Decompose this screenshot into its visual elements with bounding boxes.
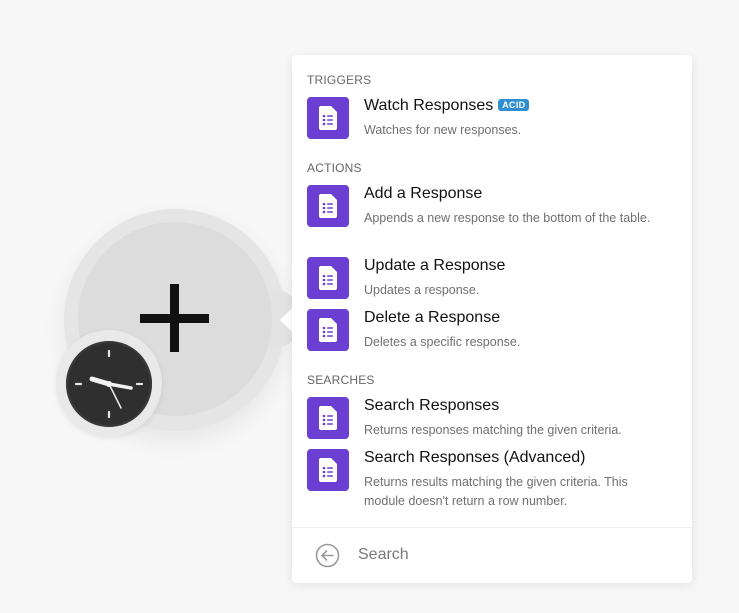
module-item-title: Watch Responses ACID [364, 97, 530, 115]
clock-icon[interactable] [66, 341, 152, 427]
module-item-title: Delete a Response [364, 309, 501, 326]
module-item-description: Watches for new responses. [364, 123, 522, 137]
google-forms-icon [307, 309, 349, 351]
search-input[interactable] [358, 542, 668, 568]
module-item-title: Search Responses (Advanced) [364, 449, 586, 466]
google-forms-icon [307, 397, 349, 439]
google-forms-icon [307, 185, 349, 227]
module-item-title-text: Watch Responses [364, 97, 494, 114]
search-bar [292, 527, 692, 584]
google-forms-icon [307, 97, 349, 139]
module-item-description: Returns results matching the given crite… [364, 475, 628, 508]
section-label-actions: ACTIONS [307, 161, 362, 175]
module-picker-panel: TRIGGERS Watch Responses ACID Watches for… [292, 55, 692, 583]
module-item-title: Add a Response [364, 185, 483, 202]
plus-icon-horizontal[interactable] [140, 314, 209, 323]
acid-badge: ACID [498, 99, 530, 111]
arrow-left-circle-icon[interactable] [315, 543, 340, 568]
google-forms-icon [307, 257, 349, 299]
module-item-description: Deletes a specific response. [364, 335, 521, 349]
module-item-title: Update a Response [364, 257, 506, 274]
module-item-title: Search Responses [364, 397, 500, 414]
module-item-description: Returns responses matching the given cri… [364, 423, 622, 437]
module-item-description: Appends a new response to the bottom of … [364, 211, 651, 225]
section-label-triggers: TRIGGERS [307, 73, 372, 87]
section-label-searches: SEARCHES [307, 373, 375, 387]
module-item-description: Updates a response. [364, 283, 480, 297]
google-forms-icon [307, 449, 349, 491]
